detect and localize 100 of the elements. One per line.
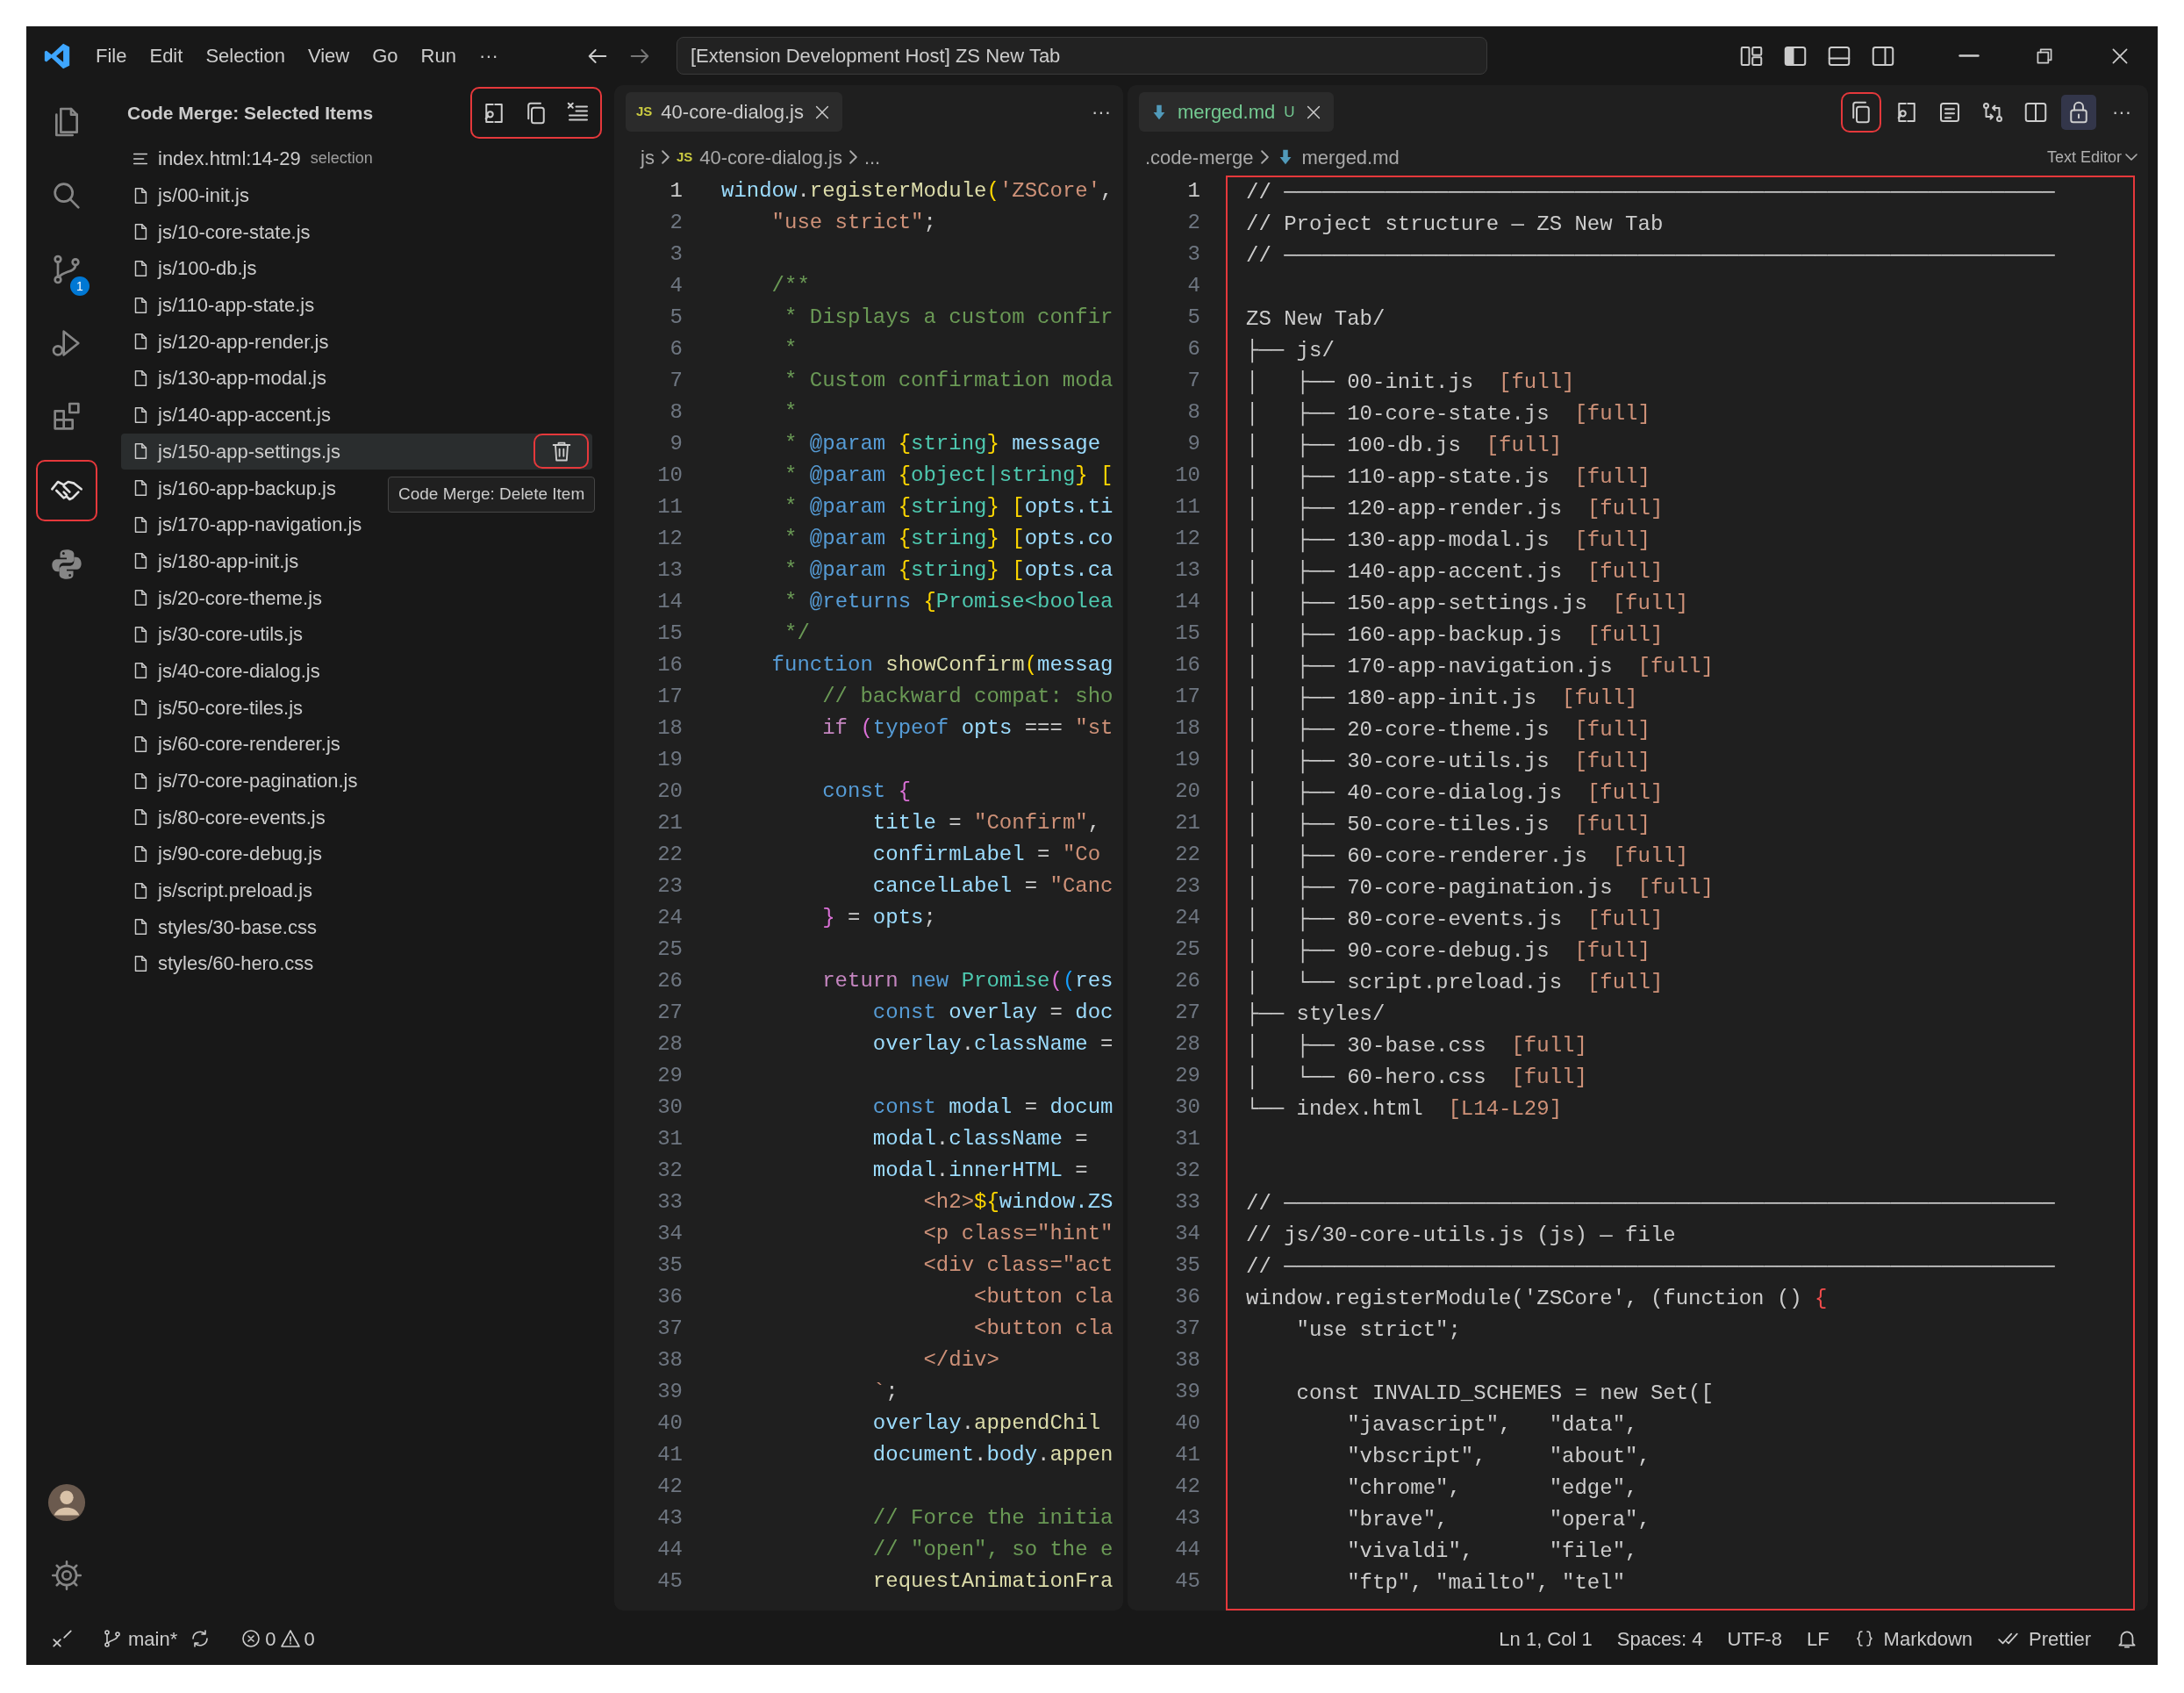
- list-item[interactable]: js/60-core-renderer.js: [121, 726, 592, 763]
- list-item[interactable]: js/script.preload.js: [121, 872, 592, 909]
- code-line: </div>: [922, 1347, 999, 1374]
- list-item[interactable]: js/40-core-dialog.js: [121, 652, 592, 690]
- line-number: 40: [1175, 1410, 1200, 1437]
- problems-button[interactable]: 0 0: [240, 1624, 315, 1654]
- code-line: function showConfirm(messag: [770, 652, 1113, 678]
- code-line: const {: [821, 778, 912, 805]
- list-item[interactable]: js/130-app-modal.js: [121, 360, 592, 397]
- line-number: 44: [1175, 1537, 1200, 1563]
- line-number: 3: [1187, 241, 1200, 268]
- list-item[interactable]: js/120-app-render.js: [121, 323, 592, 361]
- line-number: 34: [657, 1221, 683, 1247]
- chevron-icon: [849, 150, 857, 164]
- line-number: 13: [1175, 557, 1200, 584]
- list-item[interactable]: js/80-core-events.js: [121, 799, 592, 836]
- code-line: ├── styles/: [1246, 1001, 1386, 1029]
- line-number: 40: [657, 1410, 683, 1437]
- breadcrumb-item[interactable]: .code-merge: [1145, 142, 1254, 172]
- code-line: "ftp", "mailto", "tel": [1346, 1570, 1626, 1596]
- code-line: │ ├── 40-core-dialog.js [full]: [1246, 780, 1664, 807]
- status-item[interactable]: Markdown: [1853, 1624, 1973, 1654]
- breadcrumb-item[interactable]: merged.md: [1275, 142, 1400, 172]
- breadcrumb-item[interactable]: JS 40-core-dialog.js: [676, 142, 842, 172]
- code-line: "use strict";: [770, 210, 936, 236]
- menu-item[interactable]: Go: [361, 41, 410, 70]
- line-number: 8: [670, 399, 683, 426]
- more-actions-button[interactable]: ···: [2104, 97, 2139, 126]
- line-number: 34: [1175, 1221, 1200, 1247]
- status-item[interactable]: LF: [1806, 1624, 1830, 1654]
- line-number: 25: [1175, 936, 1200, 963]
- code-line: overlay.className =: [871, 1031, 1113, 1058]
- line-number: 32: [657, 1158, 683, 1184]
- menu-item[interactable]: View: [296, 41, 362, 70]
- code-line: │ ├── 70-core-pagination.js [full]: [1246, 875, 1714, 902]
- list-item[interactable]: js/180-app-init.js: [121, 542, 592, 580]
- menu-item[interactable]: Run: [409, 41, 468, 70]
- line-number: 7: [670, 368, 683, 394]
- editor-tab[interactable]: merged.md U: [1139, 92, 1334, 132]
- list-item[interactable]: js/100-db.js: [121, 250, 592, 287]
- list-item[interactable]: js/90-core-debug.js: [121, 836, 592, 872]
- breadcrumb-item[interactable]: ...: [863, 142, 881, 172]
- code-line: │ ├── 20-core-theme.js [full]: [1246, 717, 1651, 744]
- code-line: document.body.appen: [871, 1442, 1113, 1468]
- status-item[interactable]: Ln 1, Col 1: [1499, 1624, 1593, 1654]
- list-item[interactable]: js/150-app-settings.js: [121, 433, 592, 470]
- account-avatar[interactable]: [47, 1482, 87, 1523]
- list-item[interactable]: js/110-app-state.js: [121, 286, 592, 324]
- list-item[interactable]: js/70-core-pagination.js: [121, 762, 592, 800]
- list-item[interactable]: js/140-app-accent.js: [121, 396, 592, 434]
- list-item[interactable]: styles/60-hero.css: [121, 945, 592, 982]
- code-line: <div class="act: [922, 1252, 1113, 1279]
- list-item[interactable]: js/20-core-theme.js: [121, 579, 592, 616]
- line-number: 15: [1175, 621, 1200, 647]
- code-line: * @param {string} [opts.ti: [784, 494, 1113, 520]
- editor-tab[interactable]: JS 40-core-dialog.js: [626, 92, 842, 132]
- line-number: 44: [657, 1537, 683, 1563]
- line-number: 42: [1175, 1474, 1200, 1500]
- line-number: 23: [657, 873, 683, 900]
- code-line: // Force the initia: [871, 1505, 1113, 1532]
- settings-icon[interactable]: [50, 1559, 83, 1592]
- code-line: │ ├── 130-app-modal.js [full]: [1246, 527, 1651, 555]
- menu-item[interactable]: Selection: [194, 41, 297, 70]
- status-item[interactable]: Spaces: 4: [1616, 1624, 1703, 1654]
- warning-icon: [279, 1628, 301, 1649]
- menu-item[interactable]: ···: [467, 41, 510, 70]
- line-number: 12: [1175, 526, 1200, 552]
- list-item[interactable]: js/10-core-state.js: [121, 213, 592, 251]
- code-line: *: [784, 336, 798, 362]
- code-line: │ ├── 80-core-events.js [full]: [1246, 907, 1664, 934]
- code-line: window.registerModule('ZSCore',: [721, 178, 1113, 204]
- menu-item[interactable]: Edit: [138, 41, 195, 70]
- error-icon: [240, 1628, 262, 1649]
- list-item[interactable]: js/00-init.js: [121, 176, 592, 214]
- code-line: */: [784, 621, 810, 647]
- code-line: │ ├── 60-core-renderer.js [full]: [1246, 843, 1689, 871]
- branch-button[interactable]: main*: [102, 1624, 178, 1654]
- command-center[interactable]: [Extension Development Host] ZS New Tab: [676, 37, 1487, 75]
- view-mode-dropdown[interactable]: Text Editor: [2046, 145, 2137, 169]
- status-item[interactable]: Prettier: [1997, 1624, 2091, 1654]
- breadcrumb-item[interactable]: js: [641, 142, 655, 172]
- line-number: 6: [1187, 336, 1200, 362]
- line-number: 24: [657, 905, 683, 931]
- code-line: │ ├── 10-core-state.js [full]: [1246, 401, 1651, 428]
- line-number: 28: [1175, 1031, 1200, 1058]
- menu-item[interactable]: File: [84, 41, 139, 70]
- line-number: 10: [1175, 463, 1200, 489]
- line-number: 1: [1187, 178, 1200, 204]
- line-number: 8: [1187, 399, 1200, 426]
- list-item[interactable]: styles/30-base.css: [121, 908, 592, 946]
- line-number: 13: [657, 557, 683, 584]
- list-item[interactable]: index.html:14-29 selection: [121, 140, 592, 177]
- python-icon[interactable]: [49, 547, 84, 582]
- list-item[interactable]: js/50-core-tiles.js: [121, 689, 592, 726]
- status-item[interactable]: UTF-8: [1727, 1624, 1782, 1654]
- minimize-icon[interactable]: [1958, 54, 1980, 57]
- list-item[interactable]: js/30-core-utils.js: [121, 615, 592, 653]
- line-number: 9: [670, 431, 683, 457]
- code-line: * @param {object|string} [: [784, 463, 1113, 489]
- more-actions-button[interactable]: ···: [1092, 97, 1111, 126]
